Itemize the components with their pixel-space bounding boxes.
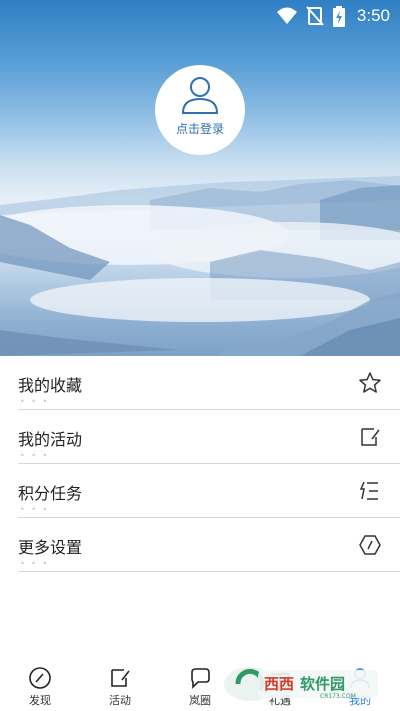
activity-edit-icon [358, 425, 382, 449]
no-sim-icon [306, 6, 324, 30]
separator-dots: • • • [20, 451, 50, 460]
menu-item-label: 积分任务 [18, 484, 83, 503]
activity-tab-icon [108, 666, 132, 690]
separator-dots: • • • [20, 505, 50, 514]
status-bar: 3:50 [0, 0, 400, 34]
status-time: 3:50 [356, 6, 390, 25]
login-label: 点击登录 [175, 122, 224, 136]
tab-label: 发现 [29, 694, 51, 707]
wifi-icon [276, 6, 298, 30]
svg-text:西西: 西西 [264, 675, 294, 693]
menu-item-more-settings[interactable]: 更多设置 • • • [0, 518, 400, 572]
svg-text:CR173.COM: CR173.COM [320, 693, 356, 700]
menu-item-my-activities[interactable]: 我的活动 • • • [0, 410, 400, 464]
svg-text:软件园: 软件园 [300, 675, 345, 693]
profile-menu: 我的收藏 • • • 我的活动 • • • 积分任务 • • • 更多设置 • … [0, 356, 400, 572]
header-background-image [0, 0, 400, 356]
person-icon [179, 75, 221, 121]
login-avatar-button[interactable]: 点击登录 [155, 65, 245, 155]
task-list-icon [358, 479, 382, 503]
separator-dots: • • • [20, 397, 50, 406]
menu-item-favorites[interactable]: 我的收藏 • • • [0, 356, 400, 410]
tab-activities[interactable]: 活动 [80, 660, 160, 711]
watermark-logo: 西西 软件园 CR173.COM [220, 664, 380, 704]
battery-charging-icon [332, 6, 346, 32]
menu-item-label: 更多设置 [18, 538, 83, 557]
menu-item-points-tasks[interactable]: 积分任务 • • • [0, 464, 400, 518]
menu-item-label: 我的活动 [18, 430, 83, 449]
tab-label: 活动 [109, 694, 131, 707]
separator-dots: • • • [20, 559, 50, 568]
compass-icon [28, 666, 52, 690]
chat-circle-icon [188, 666, 212, 690]
tab-discover[interactable]: 发现 [0, 660, 80, 711]
divider [18, 571, 400, 572]
menu-item-label: 我的收藏 [18, 376, 83, 395]
star-icon [358, 371, 382, 395]
settings-hexagon-icon [358, 533, 382, 557]
